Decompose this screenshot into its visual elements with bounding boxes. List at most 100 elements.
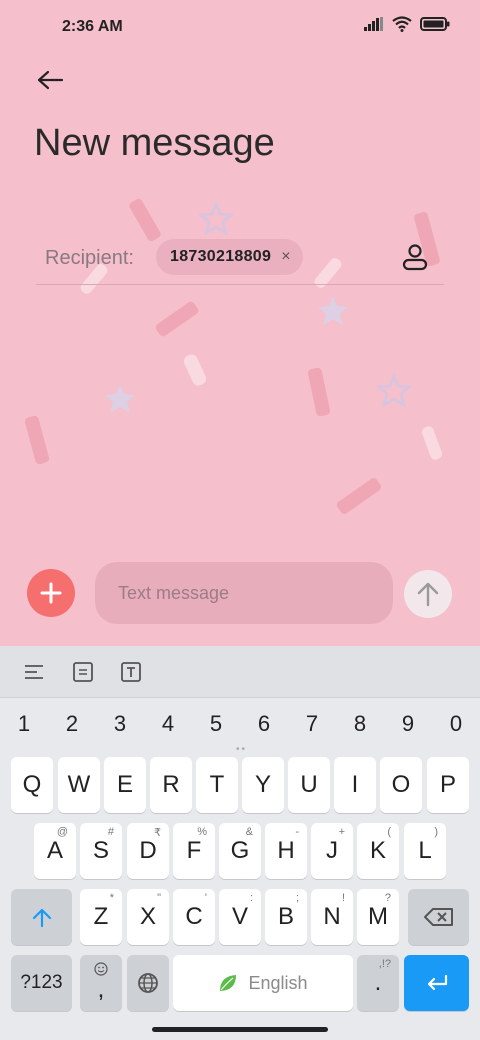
shift-key[interactable] [11, 889, 72, 945]
keyboard: 1 2 3 4 5 6 7 8 9 0 •• Q W E R T Y U I O… [0, 646, 480, 1040]
key-1[interactable]: 1 [4, 704, 44, 744]
globe-icon [138, 973, 158, 993]
home-indicator[interactable] [152, 1027, 328, 1032]
recipient-label: Recipient: [45, 247, 134, 269]
key-v[interactable]: :V [219, 889, 261, 945]
key-4[interactable]: 4 [148, 704, 188, 744]
key-s-label: S [92, 837, 109, 864]
key-s[interactable]: # S [80, 823, 122, 879]
key-a-label: A [46, 837, 63, 864]
key-g-sup: & [245, 826, 253, 838]
message-input[interactable] [95, 562, 393, 624]
key-9[interactable]: 9 [388, 704, 428, 744]
key-3[interactable]: 3 [100, 704, 140, 744]
key-n[interactable]: ! N [311, 889, 353, 945]
key-7[interactable]: 7 [292, 704, 332, 744]
key-c[interactable]: ' C [173, 889, 215, 945]
contact-picker-button[interactable] [400, 242, 430, 272]
key-6[interactable]: 6 [244, 704, 284, 744]
space-label: English [248, 972, 308, 993]
key-5[interactable]: 5 [196, 704, 236, 744]
key-j[interactable]: + J [311, 823, 353, 879]
emoji-comma-key[interactable]: , [80, 955, 122, 1011]
key-k[interactable]: (K [357, 823, 399, 879]
key-x-sup: " [157, 892, 161, 904]
key-p[interactable]: P [427, 757, 469, 813]
key-o[interactable]: O [380, 757, 422, 813]
wifi-icon [392, 16, 412, 32]
key-d[interactable]: ₹ D [127, 823, 169, 879]
status-time: 2:36 AM [62, 18, 123, 35]
key-e[interactable]: E [104, 757, 146, 813]
signal-icon [364, 17, 383, 31]
language-key[interactable] [127, 955, 169, 1011]
send-button[interactable] [404, 570, 452, 618]
add-attachment-button[interactable] [27, 569, 75, 617]
enter-key[interactable] [404, 955, 469, 1011]
key-r[interactable]: R [150, 757, 192, 813]
key-b[interactable]: ; B [265, 889, 307, 945]
number-row: 1 2 3 4 5 6 7 8 9 0 [0, 704, 480, 744]
period-label: . [374, 969, 382, 996]
emoji-icon [94, 962, 108, 976]
key-g[interactable]: & G [219, 823, 261, 879]
key-m[interactable]: ? M [357, 889, 399, 945]
keyboard-toolbar [0, 646, 480, 698]
key-8[interactable]: 8 [340, 704, 380, 744]
key-d-label: D [139, 837, 157, 864]
enter-arrow-icon [427, 974, 447, 991]
plus-icon [40, 582, 62, 604]
key-z-sup: * [109, 892, 114, 904]
key-f[interactable]: % F [173, 823, 215, 879]
key-2[interactable]: 2 [52, 704, 92, 744]
messaging-app: 2:36 AM New message Recipient: 187302188… [0, 0, 480, 646]
menu-lines-icon[interactable] [20, 658, 48, 686]
key-i[interactable]: I [334, 757, 376, 813]
symbols-key[interactable]: ?123 [11, 955, 72, 1011]
compose-bar [0, 560, 480, 626]
recipient-chip-number: 18730218809 [170, 248, 272, 265]
key-a-sup: @ [56, 826, 68, 838]
key-b-sup: ; [295, 892, 299, 904]
status-bar: 2:36 AM [0, 0, 480, 56]
backspace-key[interactable] [408, 889, 469, 945]
key-b-label: B [277, 903, 294, 930]
back-arrow-icon [37, 70, 64, 90]
key-a[interactable]: @ A [34, 823, 76, 879]
key-n-label: N [323, 903, 341, 930]
key-t[interactable]: T [196, 757, 238, 813]
period-sup: ,!? [378, 958, 391, 970]
key-z[interactable]: * Z [80, 889, 122, 945]
back-button[interactable] [30, 62, 70, 98]
key-h[interactable]: -H [265, 823, 307, 879]
key-q[interactable]: Q [11, 757, 53, 813]
key-d-sup: ₹ [154, 827, 161, 839]
leaf-icon [220, 975, 237, 991]
key-x[interactable]: " X [127, 889, 169, 945]
key-h-sup: - [295, 826, 299, 838]
key-0[interactable]: 0 [436, 704, 476, 744]
message-input-container [95, 562, 393, 624]
battery-icon [420, 17, 450, 31]
key-n-sup: ! [341, 892, 345, 904]
key-f-label: F [186, 837, 202, 864]
shift-arrow-icon [32, 908, 51, 927]
key-z-label: Z [93, 903, 109, 930]
key-k-sup: ( [387, 826, 391, 838]
key-u[interactable]: U [288, 757, 330, 813]
page-title: New message [34, 122, 275, 164]
key-y[interactable]: Y [242, 757, 284, 813]
recipient-chip[interactable]: 18730218809 × [156, 239, 303, 275]
key-k-label: K [369, 837, 386, 864]
key-l[interactable]: ) L [404, 823, 446, 879]
space-key[interactable]: English [173, 955, 353, 1011]
key-v-sup: : [249, 892, 253, 904]
text-format-icon[interactable] [117, 658, 145, 686]
person-icon [402, 244, 428, 271]
key-g-label: G [230, 837, 250, 864]
key-w[interactable]: W [58, 757, 100, 813]
clipboard-icon[interactable] [69, 658, 97, 686]
recipient-field[interactable]: Recipient: 18730218809 × [36, 236, 444, 285]
chip-remove-icon[interactable]: × [281, 249, 290, 265]
period-key[interactable]: ,!?. [357, 955, 399, 1011]
